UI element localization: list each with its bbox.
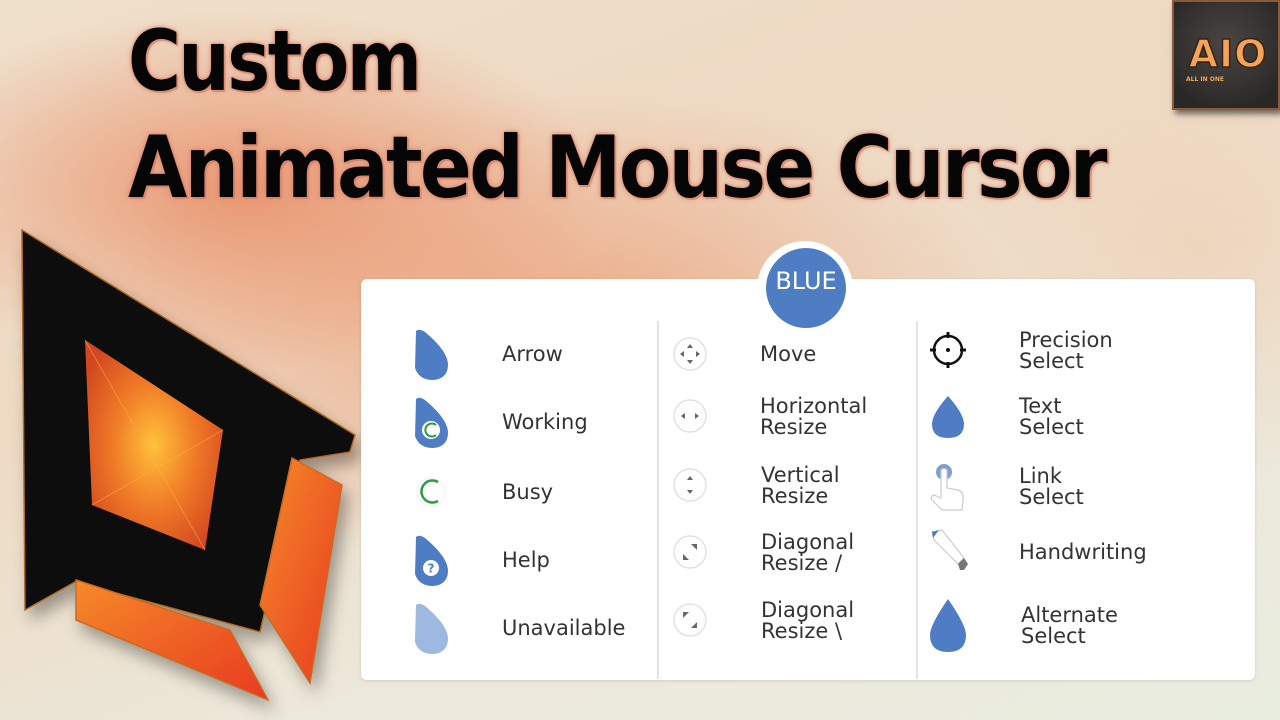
cursor-label: Precision Select xyxy=(1019,328,1113,373)
drop-alternate-icon xyxy=(930,599,966,652)
column-divider xyxy=(657,321,659,679)
crosshair-icon xyxy=(930,332,966,368)
move-arrows-icon xyxy=(673,337,707,371)
column-divider xyxy=(916,321,918,679)
cursor-label: Vertical Resize xyxy=(761,463,840,508)
spinner-icon xyxy=(416,477,446,507)
title-line-2: Animated Mouse Cursor xyxy=(128,118,1108,218)
vertical-resize-icon xyxy=(673,468,707,502)
cursor-label: Diagonal Resize \ xyxy=(761,598,855,643)
hand-pointer-icon xyxy=(930,464,964,511)
drop-working-icon xyxy=(415,397,449,448)
geometric-cursor-logo xyxy=(21,228,356,702)
title-line-1: Custom xyxy=(128,12,422,110)
diagonal-resize-2-icon xyxy=(673,603,707,637)
drop-text-icon xyxy=(932,396,964,438)
cursor-label: Unavailable xyxy=(502,616,626,640)
cursor-label: Busy xyxy=(502,480,554,504)
cursor-label: Diagonal Resize / xyxy=(761,530,855,575)
aio-brand-logo: AIO ALL IN ONE xyxy=(1172,0,1280,110)
aio-logo-subtitle: ALL IN ONE xyxy=(1186,76,1224,83)
drop-unavailable-icon xyxy=(415,603,449,654)
cursor-label: Handwriting xyxy=(1019,540,1147,564)
cursor-label: Horizontal Resize xyxy=(760,394,868,439)
horizontal-resize-icon xyxy=(673,399,707,433)
diagonal-resize-1-icon xyxy=(673,535,707,569)
cursor-label: Alternate Select xyxy=(1021,603,1118,648)
svg-text:?: ? xyxy=(428,562,435,576)
theme-badge[interactable]: BLUE xyxy=(766,248,846,328)
cursor-label: Help xyxy=(502,548,550,572)
cursor-label: Move xyxy=(760,342,817,366)
drop-help-icon: ? xyxy=(415,535,449,586)
cursor-label: Link Select xyxy=(1019,464,1084,509)
cursor-label: Text Select xyxy=(1019,394,1084,439)
cursor-label: Arrow xyxy=(502,342,563,366)
drop-arrow-icon xyxy=(415,329,449,380)
aio-logo-text: AIO xyxy=(1188,31,1268,77)
cursor-label: Working xyxy=(502,410,588,434)
pen-icon xyxy=(931,529,968,570)
